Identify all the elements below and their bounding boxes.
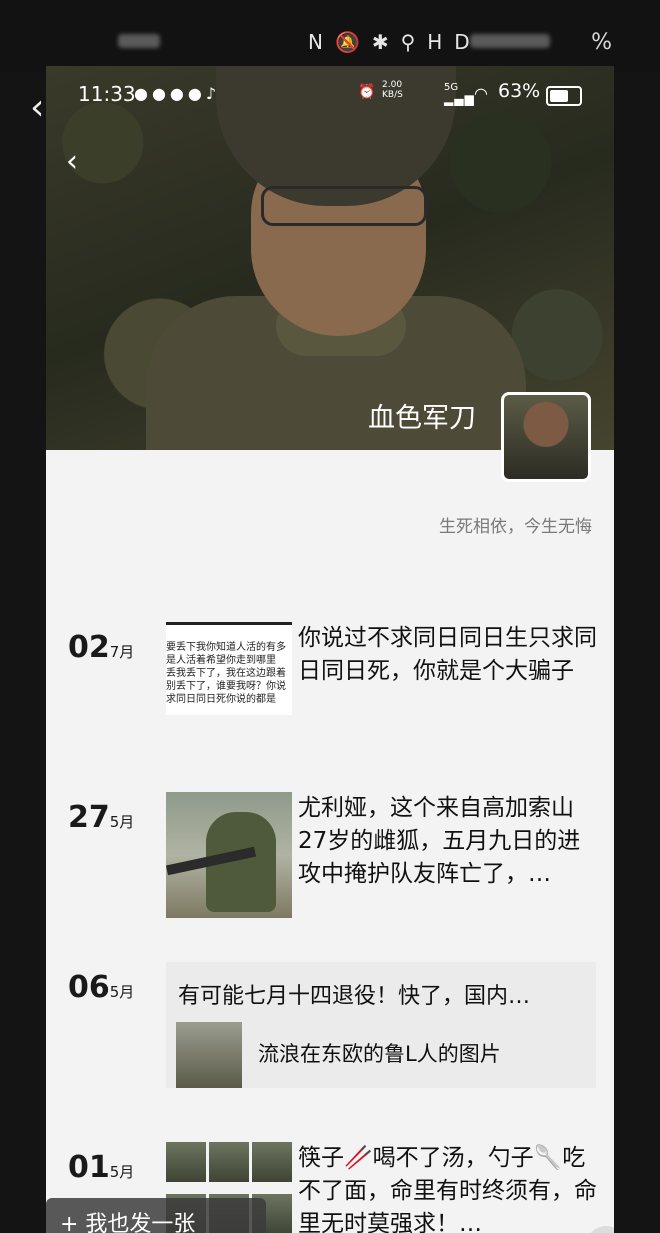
post-text: 有可能七月十四退役！快了，国内… (178, 984, 531, 1009)
profile-screen: 11:33 ●●●●♪ ⏰ 2.00 KB/S 5G ▂▄▆ ◠ 63% ‹ 血… (46, 66, 614, 1233)
post-day: 27 (68, 800, 110, 835)
post-date: 027月 (68, 630, 134, 665)
notification-icons: ●●●●♪ (134, 84, 221, 103)
status-time: 11:33 (78, 82, 136, 106)
avatar[interactable] (501, 392, 591, 482)
post-month: 7月 (109, 643, 135, 661)
blurred-status (470, 34, 550, 48)
thumb-line: 丢我丢下了，我在这边跟着 (166, 668, 286, 679)
thumb-line: 别丢下了，谁要我呀？你说 (166, 681, 286, 692)
shared-link-title: 流浪在东欧的鲁L人的图片 (258, 1042, 501, 1066)
profile-motto: 生死相依，今生无悔 (439, 517, 592, 537)
status-bar: 11:33 ●●●●♪ ⏰ 2.00 KB/S 5G ▂▄▆ ◠ 63% (46, 80, 614, 114)
post-date: 015月 (68, 1150, 134, 1185)
post-text: 筷子🥢喝不了汤，勺子🥄吃不了面，命里有时终须有，命里无时莫强求！… (298, 1145, 597, 1233)
network-speed: 2.00 KB/S (382, 80, 403, 100)
post-text: 你说过不求同日同日生只求同日同日死，你就是个大骗子 (298, 625, 597, 684)
wifi-icon: ◠ (474, 84, 488, 103)
thumb-line: 求同日同日死你说的都是 (166, 694, 276, 705)
post-date: 275月 (68, 800, 134, 835)
alarm-icon: ⏰ (358, 84, 376, 100)
outer-status-bar: % N🔕✱⚲HD (0, 0, 660, 72)
cover-soldier-glasses (261, 186, 427, 226)
post-text: 尤利娅，这个来自高加索山27岁的雌狐，五月九日的进攻中掩护队友阵亡了，… (298, 795, 581, 887)
outer-status-icons: N🔕✱⚲HD (308, 30, 482, 54)
battery-text: 63% (498, 80, 541, 102)
post-day: 02 (68, 630, 110, 665)
outer-back-icon[interactable]: ‹ (30, 90, 44, 126)
post-photo-button[interactable]: + 我也发一张 (46, 1198, 266, 1233)
back-icon[interactable]: ‹ (66, 144, 78, 179)
post-day: 06 (68, 970, 110, 1005)
post-thumbnail[interactable]: 要丢下我你知道人活的有多 是人活着希望你走到哪里 丢我丢下了，我在这边跟着 别丢… (166, 622, 292, 715)
thumb-line: 要丢下我你知道人活的有多 (166, 642, 286, 653)
battery-icon (546, 86, 582, 106)
post-day: 01 (68, 1150, 110, 1185)
blurred-carrier (118, 34, 160, 48)
post-month: 5月 (109, 1163, 135, 1181)
post-month: 5月 (109, 983, 135, 1001)
thumb-line: 是人活着希望你走到哪里 (166, 655, 276, 666)
post-thumbnail[interactable] (166, 792, 292, 918)
post-photo-label: + 我也发一张 (60, 1212, 196, 1233)
shared-post-card[interactable]: 有可能七月十四退役！快了，国内… 流浪在东欧的鲁L人的图片 (166, 962, 596, 1088)
signal-icon: ▂▄▆ (444, 92, 475, 106)
post-month: 5月 (109, 813, 135, 831)
outer-battery-pct: % (591, 30, 612, 55)
post-date: 065月 (68, 970, 134, 1005)
username: 血色军刀 (368, 403, 476, 434)
shared-thumbnail (176, 1022, 242, 1088)
